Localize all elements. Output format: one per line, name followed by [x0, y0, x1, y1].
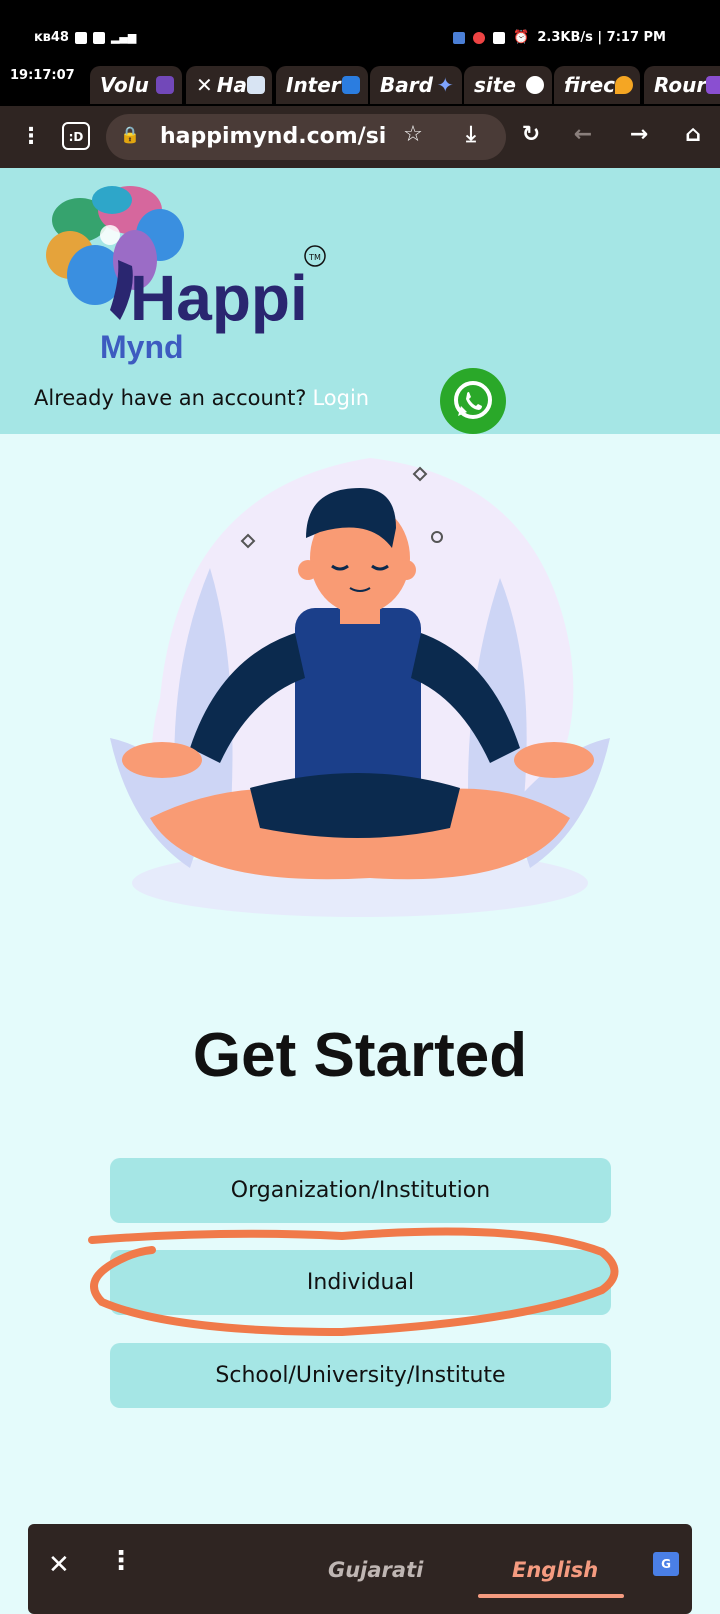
back-icon[interactable]: ←: [568, 120, 598, 150]
tab-inter[interactable]: Inter: [276, 66, 368, 104]
notification-icon: [453, 31, 466, 44]
download-icon[interactable]: ⤓: [456, 120, 486, 150]
network-speed-text: ᴋʙ48: [34, 30, 69, 45]
status-time: 2.3KB/s | 7:17 PM: [537, 30, 666, 45]
account-prompt: Already have an account? Login: [34, 386, 369, 410]
tab-label: firec: [564, 73, 616, 97]
close-icon[interactable]: ✕: [48, 1550, 70, 1580]
annotation-circle-mark: [88, 1227, 619, 1337]
happimynd-icon: [247, 76, 265, 94]
whatsapp-icon: [454, 381, 492, 419]
lock-icon: 🔒: [120, 125, 140, 144]
happimynd-logo[interactable]: Happi Mynd TM: [40, 180, 340, 374]
tab-volu[interactable]: Volu: [90, 66, 182, 104]
alarm-icon: ⏰: [513, 30, 530, 45]
button-label: Organization/Institution: [230, 1178, 491, 1203]
tab-strip: 19:17:07 Volu ✕ Ha Inter Bard ✦ site fir…: [0, 64, 720, 106]
target-language-tab[interactable]: English: [512, 1558, 598, 1582]
tab-label: Bard: [380, 73, 433, 97]
meditation-illustration: [70, 448, 650, 932]
login-link[interactable]: Login: [312, 386, 369, 410]
account-prompt-text: Already have an account?: [34, 386, 307, 410]
organization-institution-button[interactable]: Organization/Institution: [110, 1158, 611, 1223]
selected-language-indicator: [478, 1594, 624, 1598]
status-bar: ᴋʙ48 ▂▄▆ ⏰ 2.3KB/s | 7:17 PM: [0, 0, 720, 68]
forward-icon[interactable]: →: [624, 120, 654, 150]
status-left: ᴋʙ48 ▂▄▆: [34, 30, 136, 45]
url-text[interactable]: happimynd.com/si: [160, 124, 390, 149]
brand-mynd: Mynd: [100, 329, 184, 365]
google-translate-icon[interactable]: G: [653, 1552, 679, 1576]
tab-site[interactable]: site: [464, 66, 552, 104]
home-icon[interactable]: ⌂: [678, 120, 708, 150]
tab-rour[interactable]: Rour: [644, 66, 720, 104]
page-title: Get Started: [192, 1021, 528, 1090]
battery-icon: [74, 31, 87, 44]
signal-icon: ▂▄▆: [110, 31, 137, 44]
volte-icon: [92, 31, 105, 44]
app-icon: [706, 76, 720, 94]
tab-label: Inter: [286, 73, 341, 97]
tab-label: site: [474, 73, 516, 97]
status-right: ⏰ 2.3KB/s | 7:17 PM: [453, 30, 666, 45]
tab-label: Ha: [216, 73, 247, 97]
tab-bard[interactable]: Bard ✦: [370, 66, 462, 104]
app-notification-icon: [493, 31, 506, 44]
tab-happimynd[interactable]: ✕ Ha: [186, 66, 272, 104]
whatsapp-button[interactable]: [440, 368, 506, 434]
forms-icon: [156, 76, 174, 94]
chrome-icon: [473, 31, 486, 44]
tab-label: Rour: [654, 73, 707, 97]
google-icon: [526, 76, 544, 94]
reload-icon[interactable]: ↻: [516, 120, 546, 150]
trademark-symbol: TM: [308, 253, 321, 262]
translate-bar: ✕ ⋮ Gujarati English G: [28, 1524, 692, 1614]
bard-sparkle-icon: ✦: [436, 73, 454, 97]
source-language-tab[interactable]: Gujarati: [328, 1558, 423, 1582]
tab-label: Volu: [100, 73, 149, 97]
button-label: School/University/Institute: [215, 1363, 506, 1388]
close-tab-icon[interactable]: ✕: [196, 73, 213, 97]
browser-toolbar: ⋮ :D 🔒 happimynd.com/si ☆ ⤓ ↻ ← → ⌂: [0, 106, 720, 168]
menu-dots-icon[interactable]: ⋮: [16, 122, 46, 152]
brand-happi: Happi: [130, 262, 308, 334]
bookmark-star-icon[interactable]: ☆: [398, 120, 428, 150]
tab-firec[interactable]: firec: [554, 66, 640, 104]
translate-menu-icon[interactable]: ⋮: [108, 1546, 134, 1576]
screenshot-time: 19:17:07: [10, 68, 75, 83]
is-icon: [342, 76, 360, 94]
tab-switcher-icon[interactable]: :D: [62, 122, 90, 150]
school-university-institute-button[interactable]: School/University/Institute: [110, 1343, 611, 1408]
firebase-icon: [615, 76, 634, 94]
site-header: Happi Mynd TM Already have an account? Lo…: [0, 168, 720, 434]
